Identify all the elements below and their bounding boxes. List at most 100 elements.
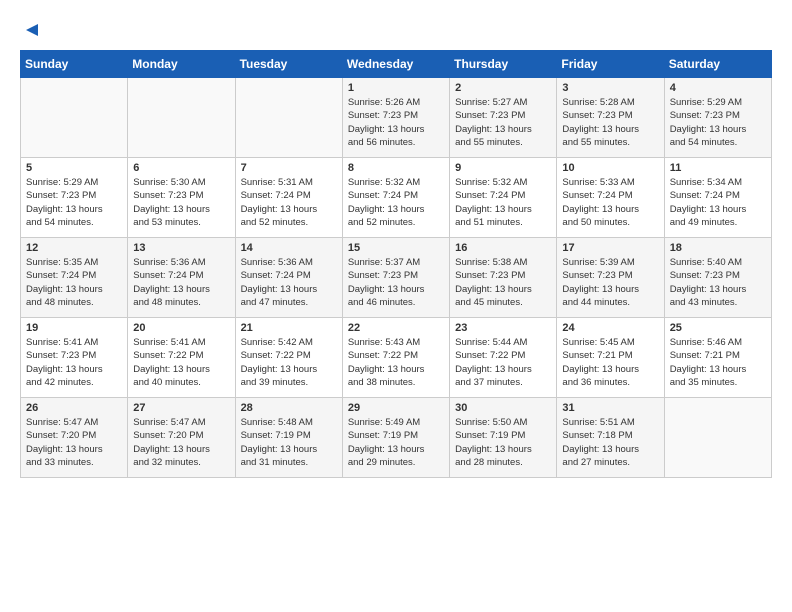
day-info: Sunrise: 5:41 AM Sunset: 7:23 PM Dayligh… (26, 336, 122, 389)
day-info: Sunrise: 5:42 AM Sunset: 7:22 PM Dayligh… (241, 336, 337, 389)
day-info: Sunrise: 5:40 AM Sunset: 7:23 PM Dayligh… (670, 256, 766, 309)
logo (20, 20, 42, 40)
calendar-day-5: 5 Sunrise: 5:29 AM Sunset: 7:23 PM Daylig… (21, 158, 128, 238)
col-header-saturday: Saturday (664, 51, 771, 78)
calendar-day-27: 27Sunrise: 5:47 AM Sunset: 7:20 PM Dayli… (128, 398, 235, 478)
day-info: Sunrise: 5:49 AM Sunset: 7:19 PM Dayligh… (348, 416, 444, 469)
calendar-day-12: 12 Sunrise: 5:35 AM Sunset: 7:24 PM Dayli… (21, 238, 128, 318)
day-number: 26 (26, 402, 122, 414)
logo-arrow-icon (22, 20, 42, 40)
day-number: 16 (455, 242, 551, 254)
calendar-day-7: 7 Sunrise: 5:31 AM Sunset: 7:24 PM Daylig… (235, 158, 342, 238)
day-number: 3 (562, 82, 658, 94)
calendar-day-16: 16 Sunrise: 5:38 AM Sunset: 7:23 PM Dayli… (450, 238, 557, 318)
calendar-day-22: 22Sunrise: 5:43 AM Sunset: 7:22 PM Dayli… (342, 318, 449, 398)
calendar-day-8: 8 Sunrise: 5:32 AM Sunset: 7:24 PM Daylig… (342, 158, 449, 238)
day-info: Sunrise: 5:38 AM Sunset: 7:23 PM Dayligh… (455, 256, 551, 309)
calendar-day-26: 26 Sunrise: 5:47 AM Sunset: 7:20 PM Dayli… (21, 398, 128, 478)
calendar-day-14: 14Sunrise: 5:36 AM Sunset: 7:24 PM Dayli… (235, 238, 342, 318)
col-header-monday: Monday (128, 51, 235, 78)
day-number: 27 (133, 402, 229, 414)
day-number: 18 (670, 242, 766, 254)
col-header-sunday: Sunday (21, 51, 128, 78)
day-number: 2 (455, 82, 551, 94)
day-info: Sunrise: 5:28 AM Sunset: 7:23 PM Dayligh… (562, 96, 658, 149)
calendar-day-13: 13 Sunrise: 5:36 AM Sunset: 7:24 PM Dayli… (128, 238, 235, 318)
day-info: Sunrise: 5:46 AM Sunset: 7:21 PM Dayligh… (670, 336, 766, 389)
logo-text (20, 20, 42, 40)
day-info: Sunrise: 5:39 AM Sunset: 7:23 PM Dayligh… (562, 256, 658, 309)
day-info: Sunrise: 5:37 AM Sunset: 7:23 PM Dayligh… (348, 256, 444, 309)
calendar-day-3: 3 Sunrise: 5:28 AM Sunset: 7:23 PM Daylig… (557, 78, 664, 158)
calendar-day-29: 29 Sunrise: 5:49 AM Sunset: 7:19 PM Dayli… (342, 398, 449, 478)
day-number: 12 (26, 242, 122, 254)
calendar-day-15: 15 Sunrise: 5:37 AM Sunset: 7:23 PM Dayli… (342, 238, 449, 318)
day-number: 17 (562, 242, 658, 254)
calendar-header-row: SundayMondayTuesdayWednesdayThursdayFrid… (21, 51, 772, 78)
calendar-week-0: 1Sunrise: 5:26 AM Sunset: 7:23 PM Daylig… (21, 78, 772, 158)
calendar-day-20: 20Sunrise: 5:41 AM Sunset: 7:22 PM Dayli… (128, 318, 235, 398)
day-info: Sunrise: 5:50 AM Sunset: 7:19 PM Dayligh… (455, 416, 551, 469)
day-info: Sunrise: 5:29 AM Sunset: 7:23 PM Dayligh… (670, 96, 766, 149)
col-header-wednesday: Wednesday (342, 51, 449, 78)
calendar-day-11: 11Sunrise: 5:34 AM Sunset: 7:24 PM Dayli… (664, 158, 771, 238)
calendar-day-25: 25 Sunrise: 5:46 AM Sunset: 7:21 PM Dayli… (664, 318, 771, 398)
day-info: Sunrise: 5:35 AM Sunset: 7:24 PM Dayligh… (26, 256, 122, 309)
day-info: Sunrise: 5:44 AM Sunset: 7:22 PM Dayligh… (455, 336, 551, 389)
calendar-empty-cell (664, 398, 771, 478)
calendar-day-30: 30 Sunrise: 5:50 AM Sunset: 7:19 PM Dayli… (450, 398, 557, 478)
col-header-tuesday: Tuesday (235, 51, 342, 78)
day-info: Sunrise: 5:27 AM Sunset: 7:23 PM Dayligh… (455, 96, 551, 149)
day-number: 31 (562, 402, 658, 414)
calendar-day-21: 21 Sunrise: 5:42 AM Sunset: 7:22 PM Dayli… (235, 318, 342, 398)
day-number: 11 (670, 162, 766, 174)
page: SundayMondayTuesdayWednesdayThursdayFrid… (0, 0, 792, 488)
day-number: 6 (133, 162, 229, 174)
calendar-week-2: 12 Sunrise: 5:35 AM Sunset: 7:24 PM Dayli… (21, 238, 772, 318)
calendar-table: SundayMondayTuesdayWednesdayThursdayFrid… (20, 50, 772, 478)
day-number: 20 (133, 322, 229, 334)
day-info: Sunrise: 5:43 AM Sunset: 7:22 PM Dayligh… (348, 336, 444, 389)
day-number: 21 (241, 322, 337, 334)
day-number: 23 (455, 322, 551, 334)
day-info: Sunrise: 5:47 AM Sunset: 7:20 PM Dayligh… (26, 416, 122, 469)
day-info: Sunrise: 5:48 AM Sunset: 7:19 PM Dayligh… (241, 416, 337, 469)
day-number: 19 (26, 322, 122, 334)
calendar-day-18: 18 Sunrise: 5:40 AM Sunset: 7:23 PM Dayli… (664, 238, 771, 318)
calendar-empty-cell (128, 78, 235, 158)
day-number: 7 (241, 162, 337, 174)
calendar-day-19: 19 Sunrise: 5:41 AM Sunset: 7:23 PM Dayli… (21, 318, 128, 398)
day-number: 10 (562, 162, 658, 174)
day-info: Sunrise: 5:33 AM Sunset: 7:24 PM Dayligh… (562, 176, 658, 229)
day-number: 13 (133, 242, 229, 254)
day-number: 8 (348, 162, 444, 174)
calendar-day-24: 24Sunrise: 5:45 AM Sunset: 7:21 PM Dayli… (557, 318, 664, 398)
day-number: 15 (348, 242, 444, 254)
day-info: Sunrise: 5:36 AM Sunset: 7:24 PM Dayligh… (133, 256, 229, 309)
day-number: 5 (26, 162, 122, 174)
calendar-day-17: 17 Sunrise: 5:39 AM Sunset: 7:23 PM Dayli… (557, 238, 664, 318)
day-info: Sunrise: 5:26 AM Sunset: 7:23 PM Dayligh… (348, 96, 444, 149)
calendar-day-1: 1Sunrise: 5:26 AM Sunset: 7:23 PM Daylig… (342, 78, 449, 158)
col-header-thursday: Thursday (450, 51, 557, 78)
day-info: Sunrise: 5:30 AM Sunset: 7:23 PM Dayligh… (133, 176, 229, 229)
day-info: Sunrise: 5:36 AM Sunset: 7:24 PM Dayligh… (241, 256, 337, 309)
day-info: Sunrise: 5:31 AM Sunset: 7:24 PM Dayligh… (241, 176, 337, 229)
day-info: Sunrise: 5:51 AM Sunset: 7:18 PM Dayligh… (562, 416, 658, 469)
calendar-week-1: 5 Sunrise: 5:29 AM Sunset: 7:23 PM Daylig… (21, 158, 772, 238)
col-header-friday: Friday (557, 51, 664, 78)
calendar-week-3: 19 Sunrise: 5:41 AM Sunset: 7:23 PM Dayli… (21, 318, 772, 398)
calendar-day-10: 10 Sunrise: 5:33 AM Sunset: 7:24 PM Dayli… (557, 158, 664, 238)
day-number: 30 (455, 402, 551, 414)
calendar-week-4: 26 Sunrise: 5:47 AM Sunset: 7:20 PM Dayli… (21, 398, 772, 478)
day-info: Sunrise: 5:29 AM Sunset: 7:23 PM Dayligh… (26, 176, 122, 229)
day-number: 4 (670, 82, 766, 94)
calendar-empty-cell (235, 78, 342, 158)
header (20, 20, 772, 40)
day-number: 9 (455, 162, 551, 174)
day-number: 29 (348, 402, 444, 414)
calendar-day-6: 6 Sunrise: 5:30 AM Sunset: 7:23 PM Daylig… (128, 158, 235, 238)
day-number: 25 (670, 322, 766, 334)
day-info: Sunrise: 5:32 AM Sunset: 7:24 PM Dayligh… (348, 176, 444, 229)
calendar-day-9: 9Sunrise: 5:32 AM Sunset: 7:24 PM Daylig… (450, 158, 557, 238)
